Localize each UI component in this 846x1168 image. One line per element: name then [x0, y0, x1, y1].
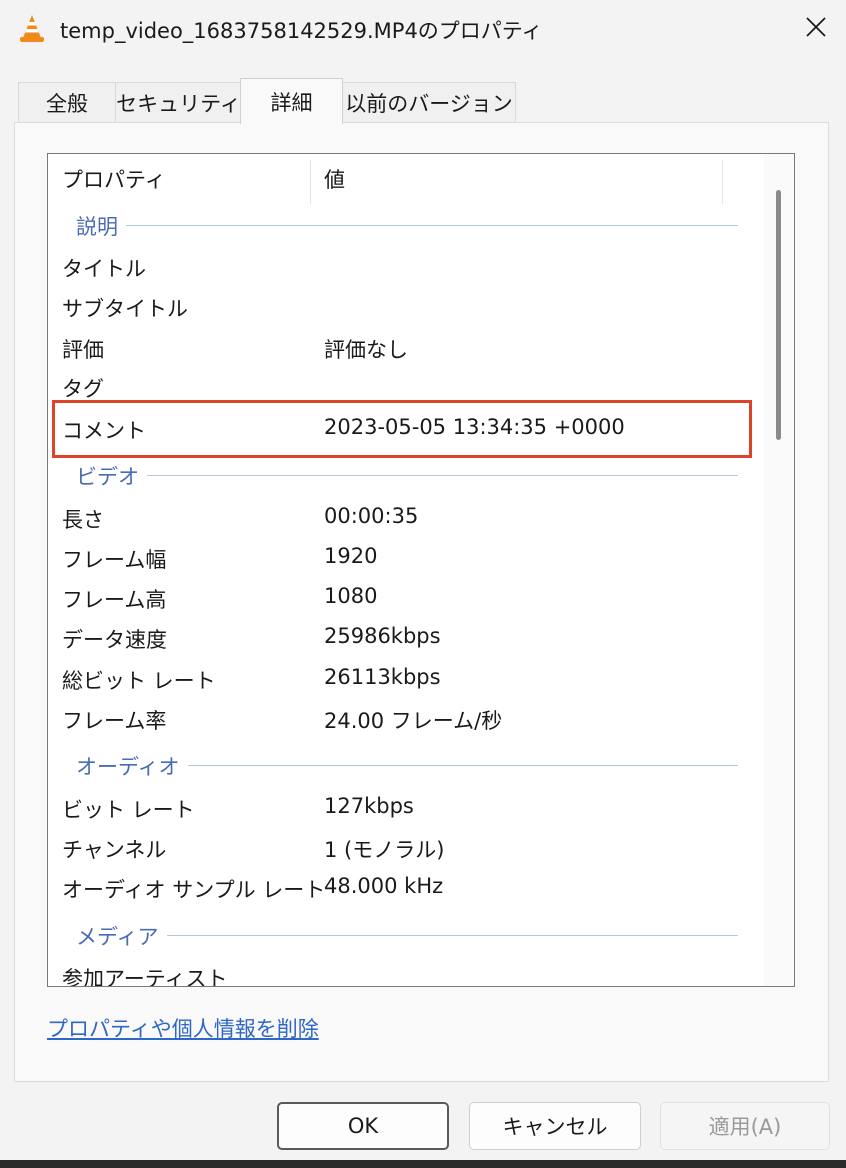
title-bar: temp_video_1683758142529.MP4のプロパティ	[0, 0, 846, 60]
window-title: temp_video_1683758142529.MP4のプロパティ	[60, 19, 543, 43]
tab-security[interactable]: セキュリティ	[115, 82, 242, 122]
list-item[interactable]: チャンネル 1 (モノラル)	[48, 827, 748, 867]
list-item[interactable]: フレーム高 1080	[48, 577, 748, 617]
list-item[interactable]: 参加アーティスト	[48, 956, 748, 987]
list-item[interactable]: ビット レート 127kbps	[48, 787, 748, 827]
property-name: ビット レート	[62, 798, 195, 822]
property-value: 25986kbps	[324, 624, 441, 648]
property-value: 48.000 kHz	[324, 874, 444, 898]
vlc-cone-icon	[18, 14, 46, 44]
scrollbar-thumb[interactable]	[776, 190, 781, 440]
property-name: サブタイトル	[62, 297, 188, 321]
tab-strip: 全般 セキュリティ 詳細 以前のバージョン	[14, 78, 834, 124]
list-item[interactable]: データ速度 25986kbps	[48, 617, 748, 657]
list-item[interactable]: 総ビット レート 26113kbps	[48, 658, 748, 698]
group-header-audio[interactable]: オーディオ	[48, 744, 748, 784]
property-value: 評価なし	[324, 338, 408, 362]
property-name: タグ	[62, 377, 104, 401]
property-value: 1080	[324, 584, 378, 608]
property-list[interactable]: プロパティ 値 説明 タイトル サブタイトル 評価 評価なし タグ コメント 2…	[47, 153, 795, 987]
group-header-media[interactable]: メディア	[48, 914, 748, 954]
property-name: 総ビット レート	[62, 669, 216, 693]
property-value: 127kbps	[324, 794, 414, 818]
property-name: チャンネル	[62, 838, 167, 862]
property-name: データ速度	[62, 628, 167, 652]
cancel-button[interactable]: キャンセル	[469, 1102, 641, 1150]
property-value: 1920	[324, 544, 378, 568]
list-item[interactable]: オーディオ サンプル レート 48.000 kHz	[48, 867, 748, 907]
properties-dialog: temp_video_1683758142529.MP4のプロパティ 全般 セキ…	[0, 0, 846, 1168]
property-name: コメント	[62, 419, 146, 443]
property-value: 00:00:35	[324, 504, 419, 528]
tab-previous-versions[interactable]: 以前のバージョン	[342, 82, 516, 122]
property-value: 26113kbps	[324, 665, 441, 689]
close-button[interactable]	[786, 0, 846, 58]
column-divider[interactable]	[310, 160, 311, 204]
group-label: 説明	[76, 211, 126, 241]
apply-button[interactable]: 適用(A)	[660, 1102, 830, 1150]
list-item-comment[interactable]: コメント 2023-05-05 13:34:35 +0000	[48, 408, 748, 448]
property-name: タイトル	[62, 257, 146, 281]
details-panel: プロパティ 値 説明 タイトル サブタイトル 評価 評価なし タグ コメント 2…	[14, 122, 829, 1082]
list-item[interactable]: 長さ 00:00:35	[48, 497, 748, 537]
property-value: 24.00 フレーム/秒	[324, 709, 503, 733]
property-name: 評価	[62, 338, 104, 362]
group-label: メディア	[76, 921, 167, 951]
remove-properties-link[interactable]: プロパティや個人情報を削除	[47, 1013, 319, 1043]
property-name: 長さ	[62, 508, 104, 532]
group-label: ビデオ	[76, 461, 147, 491]
tab-general[interactable]: 全般	[18, 82, 116, 122]
column-header-value[interactable]: 値	[324, 154, 714, 204]
list-item[interactable]: フレーム幅 1920	[48, 537, 748, 577]
group-divider-line	[78, 475, 738, 476]
ok-button[interactable]: OK	[277, 1102, 449, 1150]
list-item[interactable]: タイトル	[48, 246, 748, 286]
vertical-scrollbar[interactable]	[764, 154, 794, 986]
list-item[interactable]: 評価 評価なし	[48, 327, 748, 367]
list-item[interactable]: タグ	[48, 366, 748, 406]
property-value: 1 (モノラル)	[324, 838, 445, 862]
close-icon	[805, 16, 827, 42]
group-divider-line	[78, 935, 738, 936]
list-item[interactable]: フレーム率 24.00 フレーム/秒	[48, 698, 748, 738]
group-label: オーディオ	[76, 751, 188, 781]
property-value: 2023-05-05 13:34:35 +0000	[324, 415, 625, 439]
column-divider[interactable]	[722, 160, 723, 204]
dialog-footer: OK キャンセル 適用(A)	[0, 1082, 846, 1168]
property-name: 参加アーティスト	[62, 967, 228, 987]
list-item[interactable]: サブタイトル	[48, 286, 748, 326]
property-name: フレーム幅	[62, 548, 167, 572]
tab-details[interactable]: 詳細	[240, 78, 343, 124]
list-header: プロパティ 値	[48, 154, 748, 204]
group-header-video[interactable]: ビデオ	[48, 454, 748, 494]
taskbar-edge	[0, 1160, 846, 1168]
property-name: フレーム高	[62, 588, 167, 612]
property-name: オーディオ サンプル レート	[62, 878, 326, 902]
group-divider-line	[78, 225, 738, 226]
group-header-description[interactable]: 説明	[48, 204, 748, 244]
column-header-property[interactable]: プロパティ	[62, 154, 308, 204]
property-name: フレーム率	[62, 709, 167, 733]
